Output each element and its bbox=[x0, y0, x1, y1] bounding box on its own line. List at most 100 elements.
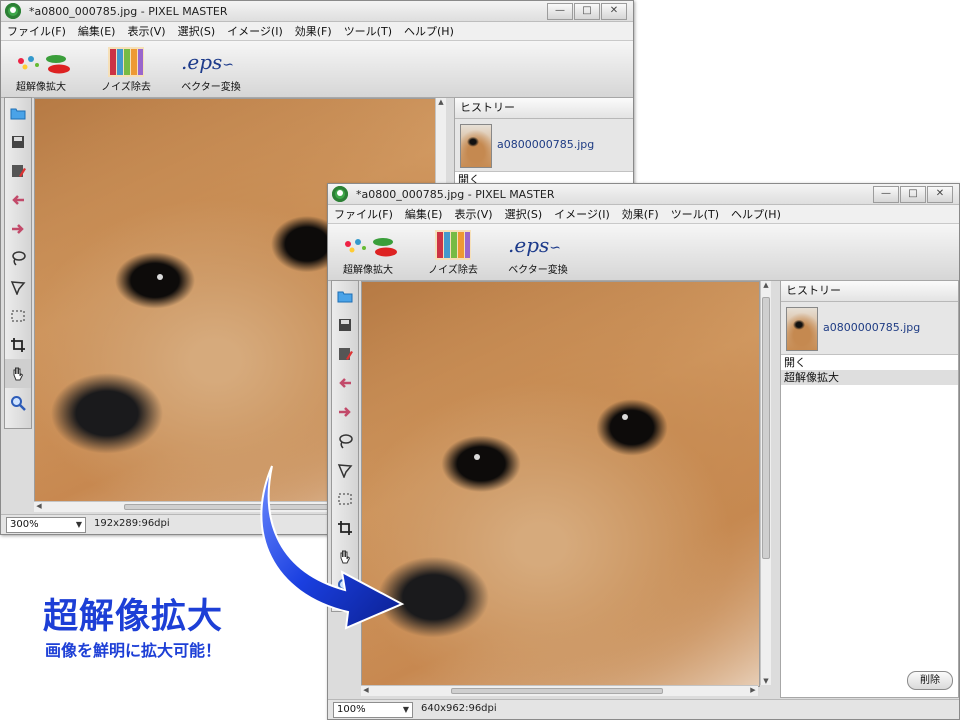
noise-removal-button[interactable]: ノイズ除去 bbox=[86, 47, 166, 93]
maximize-button[interactable]: □ bbox=[900, 186, 926, 203]
eye-highlight bbox=[622, 414, 628, 420]
menu-tools[interactable]: ツール(T) bbox=[338, 23, 398, 39]
lasso-icon[interactable] bbox=[5, 243, 31, 272]
menu-file[interactable]: ファイル(F) bbox=[328, 206, 399, 222]
app-logo-icon bbox=[5, 3, 21, 19]
ribbon-label: ノイズ除去 bbox=[101, 82, 151, 93]
menu-effects[interactable]: 効果(F) bbox=[616, 206, 665, 222]
title-bar[interactable]: *a0800_000785.jpg - PIXEL MASTER — □ ✕ bbox=[328, 184, 959, 205]
window-title: *a0800_000785.jpg - PIXEL MASTER bbox=[356, 188, 555, 201]
history-filename: a0800000785.jpg bbox=[497, 138, 595, 151]
curved-arrow-icon bbox=[260, 465, 405, 630]
save-icon[interactable] bbox=[5, 127, 31, 156]
caption-title: 超解像拡大 bbox=[43, 597, 224, 637]
delete-button[interactable]: 削除 bbox=[907, 671, 953, 690]
menu-tools[interactable]: ツール(T) bbox=[665, 206, 725, 222]
super-resolution-icon bbox=[18, 55, 70, 74]
menu-edit[interactable]: 編集(E) bbox=[72, 23, 122, 39]
zoom-select[interactable]: 300% ▼ bbox=[6, 517, 86, 533]
close-button[interactable]: ✕ bbox=[601, 3, 627, 20]
noise-removal-icon bbox=[108, 47, 144, 77]
minimize-button[interactable]: — bbox=[873, 186, 899, 203]
tools-panel bbox=[4, 97, 32, 429]
zoom-icon[interactable] bbox=[5, 388, 31, 417]
history-item[interactable]: 開く bbox=[781, 355, 958, 370]
scroll-right-arrow[interactable]: ▶ bbox=[748, 686, 758, 694]
vector-convert-button[interactable]: .eps∽ ベクター変換 bbox=[498, 230, 578, 276]
minimize-button[interactable]: — bbox=[547, 3, 573, 20]
zoom-select[interactable]: 100% ▼ bbox=[333, 702, 413, 718]
history-file-entry[interactable]: a0800000785.jpg bbox=[781, 302, 958, 355]
crop-icon[interactable] bbox=[5, 330, 31, 359]
save-as-icon[interactable] bbox=[5, 156, 31, 185]
scroll-thumb[interactable] bbox=[451, 688, 663, 694]
menu-image[interactable]: イメージ(I) bbox=[221, 23, 289, 39]
window-title: *a0800_000785.jpg - PIXEL MASTER bbox=[29, 5, 228, 18]
title-bar[interactable]: *a0800_000785.jpg - PIXEL MASTER — □ ✕ bbox=[1, 1, 633, 22]
noise-removal-button[interactable]: ノイズ除去 bbox=[413, 230, 493, 276]
scroll-down-arrow[interactable]: ▼ bbox=[761, 677, 771, 685]
ribbon-label: 超解像拡大 bbox=[16, 82, 66, 93]
history-title: ヒストリー bbox=[455, 98, 633, 119]
vector-eps-icon: .eps∽ bbox=[181, 50, 234, 74]
rect-select-icon[interactable] bbox=[5, 301, 31, 330]
super-resolution-icon bbox=[345, 238, 397, 257]
menu-bar: ファイル(F) 編集(E) 表示(V) 選択(S) イメージ(I) 効果(F) … bbox=[1, 22, 633, 41]
horizontal-scrollbar[interactable]: ◀ ▶ bbox=[361, 685, 758, 696]
save-as-icon[interactable] bbox=[332, 339, 358, 368]
image-dimensions: 640x962:96dpi bbox=[421, 703, 497, 714]
redo-arrow-icon[interactable] bbox=[5, 214, 31, 243]
undo-arrow-icon[interactable] bbox=[5, 185, 31, 214]
scroll-left-arrow[interactable]: ◀ bbox=[361, 686, 371, 694]
menu-help[interactable]: ヘルプ(H) bbox=[725, 206, 787, 222]
menu-view[interactable]: 表示(V) bbox=[448, 206, 498, 222]
chevron-down-icon: ▼ bbox=[75, 520, 82, 529]
close-button[interactable]: ✕ bbox=[927, 186, 953, 203]
menu-select[interactable]: 選択(S) bbox=[172, 23, 222, 39]
image-dimensions: 192x289:96dpi bbox=[94, 518, 170, 529]
history-file-entry[interactable]: a0800000785.jpg bbox=[455, 119, 633, 172]
menu-effects[interactable]: 効果(F) bbox=[289, 23, 338, 39]
lasso-icon[interactable] bbox=[332, 426, 358, 455]
maximize-button[interactable]: □ bbox=[574, 3, 600, 20]
status-bar: 100% ▼ 640x962:96dpi bbox=[328, 699, 959, 719]
menu-help[interactable]: ヘルプ(H) bbox=[398, 23, 460, 39]
vertical-scrollbar[interactable]: ▲ ▼ bbox=[760, 281, 771, 685]
redo-arrow-icon[interactable] bbox=[332, 397, 358, 426]
history-filename: a0800000785.jpg bbox=[823, 321, 921, 334]
front-app-window: *a0800_000785.jpg - PIXEL MASTER — □ ✕ フ… bbox=[327, 183, 960, 720]
hand-icon[interactable] bbox=[5, 359, 31, 388]
history-panel: ヒストリー a0800000785.jpg 開く 超解像拡大 削除 bbox=[780, 280, 959, 698]
save-icon[interactable] bbox=[332, 310, 358, 339]
file-thumbnail bbox=[786, 307, 818, 351]
polygon-lasso-icon[interactable] bbox=[5, 272, 31, 301]
history-title: ヒストリー bbox=[781, 281, 958, 302]
scroll-left-arrow[interactable]: ◀ bbox=[34, 502, 44, 510]
ribbon-label: ベクター変換 bbox=[508, 265, 568, 276]
open-folder-icon[interactable] bbox=[332, 281, 358, 310]
menu-select[interactable]: 選択(S) bbox=[499, 206, 549, 222]
image-canvas[interactable] bbox=[361, 281, 760, 687]
open-folder-icon[interactable] bbox=[5, 98, 31, 127]
eye-highlight bbox=[474, 454, 480, 460]
super-resolution-button[interactable]: 超解像拡大 bbox=[1, 47, 81, 93]
caption-subtitle: 画像を鮮明に拡大可能！ bbox=[45, 641, 222, 660]
app-logo-icon bbox=[332, 186, 348, 202]
menu-bar: ファイル(F) 編集(E) 表示(V) 選択(S) イメージ(I) 効果(F) … bbox=[328, 205, 959, 224]
menu-view[interactable]: 表示(V) bbox=[121, 23, 171, 39]
menu-edit[interactable]: 編集(E) bbox=[399, 206, 449, 222]
super-resolution-button[interactable]: 超解像拡大 bbox=[328, 230, 408, 276]
dog-photo bbox=[362, 282, 759, 686]
vector-eps-icon: .eps∽ bbox=[508, 233, 561, 257]
scroll-thumb[interactable] bbox=[762, 297, 770, 559]
menu-image[interactable]: イメージ(I) bbox=[548, 206, 616, 222]
ribbon-toolbar: 超解像拡大 ノイズ除去 .eps∽ ベクター変換 bbox=[328, 224, 959, 281]
menu-file[interactable]: ファイル(F) bbox=[1, 23, 72, 39]
ribbon-label: ノイズ除去 bbox=[428, 265, 478, 276]
eye-highlight bbox=[157, 274, 163, 280]
scroll-up-arrow[interactable]: ▲ bbox=[436, 98, 446, 106]
undo-arrow-icon[interactable] bbox=[332, 368, 358, 397]
scroll-up-arrow[interactable]: ▲ bbox=[761, 281, 771, 289]
history-item-selected[interactable]: 超解像拡大 bbox=[781, 370, 958, 385]
vector-convert-button[interactable]: .eps∽ ベクター変換 bbox=[171, 47, 251, 93]
